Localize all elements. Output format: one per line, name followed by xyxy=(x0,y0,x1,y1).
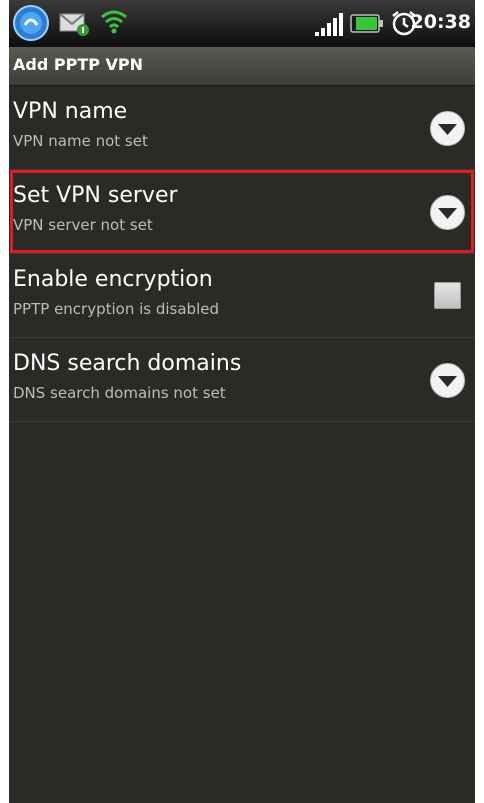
setting-title: Set VPN server xyxy=(13,183,178,208)
vpn-name-setting[interactable]: VPN name VPN name not set xyxy=(9,86,475,170)
app-notification-icon[interactable] xyxy=(11,3,51,43)
phone-screen: 20:38 Add PPTP VPN VPN name VPN name not… xyxy=(9,0,475,803)
status-bar: 20:38 xyxy=(9,0,475,47)
setting-summary: DNS search domains not set xyxy=(13,384,226,402)
encryption-checkbox[interactable] xyxy=(434,282,461,309)
setting-title: DNS search domains xyxy=(13,351,242,376)
setting-summary: VPN server not set xyxy=(13,216,153,234)
page-title: Add PPTP VPN xyxy=(13,55,144,74)
setting-title: Enable encryption xyxy=(13,267,213,292)
email-notification-icon[interactable] xyxy=(59,10,91,38)
settings-list: VPN name VPN name not set Set VPN server… xyxy=(9,86,475,422)
wifi-icon xyxy=(101,10,127,34)
setting-title: VPN name xyxy=(13,99,128,124)
dropdown-arrow-icon[interactable] xyxy=(429,110,466,147)
title-bar: Add PPTP VPN xyxy=(9,47,475,86)
battery-icon xyxy=(350,14,383,33)
status-time: 20:38 xyxy=(410,11,471,33)
encryption-setting[interactable]: Enable encryption PPTP encryption is dis… xyxy=(9,254,475,338)
setting-summary: VPN name not set xyxy=(13,132,148,150)
dropdown-arrow-icon[interactable] xyxy=(429,362,466,399)
vpn-server-setting[interactable]: Set VPN server VPN server not set xyxy=(9,170,475,254)
dns-search-domains-setting[interactable]: DNS search domains DNS search domains no… xyxy=(9,338,475,422)
dropdown-arrow-icon[interactable] xyxy=(429,194,466,231)
signal-icon xyxy=(315,13,343,36)
setting-summary: PPTP encryption is disabled xyxy=(13,300,220,318)
